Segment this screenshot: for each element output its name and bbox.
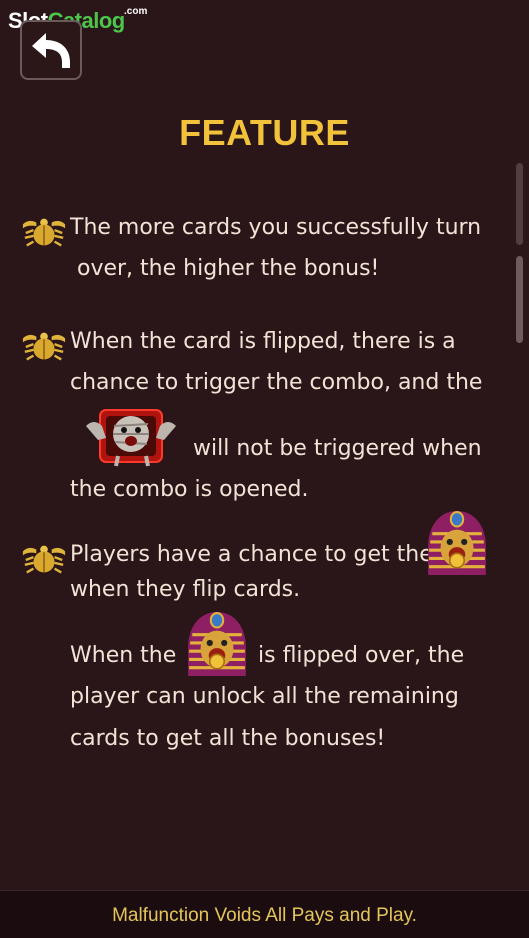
- footer-bar: Malfunction Voids All Pays and Play.: [0, 890, 529, 938]
- feature-2-line-4: the combo is opened.: [70, 477, 309, 502]
- footer-disclaimer: Malfunction Voids All Pays and Play.: [112, 905, 417, 926]
- back-arrow-icon: [32, 33, 70, 68]
- feature-3-line-2: when they flip cards.: [70, 577, 301, 602]
- feature-1-line-1: The more cards you successfully turn: [70, 215, 482, 240]
- scarab-icon: [21, 331, 67, 361]
- feature-3-line-4: player can unlock all the remaining: [70, 684, 459, 709]
- feature-3-line-3a: When the: [70, 643, 177, 668]
- feature-3-line-5: cards to get all the bonuses!: [70, 726, 386, 751]
- feature-3-line-1: Players have a chance to get the: [70, 542, 433, 567]
- scarab-icon: [21, 217, 67, 247]
- page-title: FEATURE: [179, 112, 350, 153]
- feature-1-line-2: over, the higher the bonus!: [77, 256, 380, 281]
- feature-2-line-2: chance to trigger the combo, and the: [70, 370, 483, 395]
- pharaoh-icon: [426, 509, 488, 577]
- scrollbar-thumb[interactable]: [516, 256, 523, 343]
- feature-2-line-1: When the card is flipped, there is a: [70, 329, 456, 354]
- scarab-icon: [21, 544, 67, 574]
- feature-3-line-3b: is flipped over, the: [258, 643, 465, 668]
- watermark-com: .com: [124, 6, 148, 17]
- mummy-icon: [86, 409, 176, 467]
- feature-2-line-3: will not be triggered when: [193, 436, 482, 461]
- back-button[interactable]: [20, 20, 82, 80]
- pharaoh-icon: [186, 610, 248, 678]
- scrollbar-track[interactable]: [516, 163, 523, 245]
